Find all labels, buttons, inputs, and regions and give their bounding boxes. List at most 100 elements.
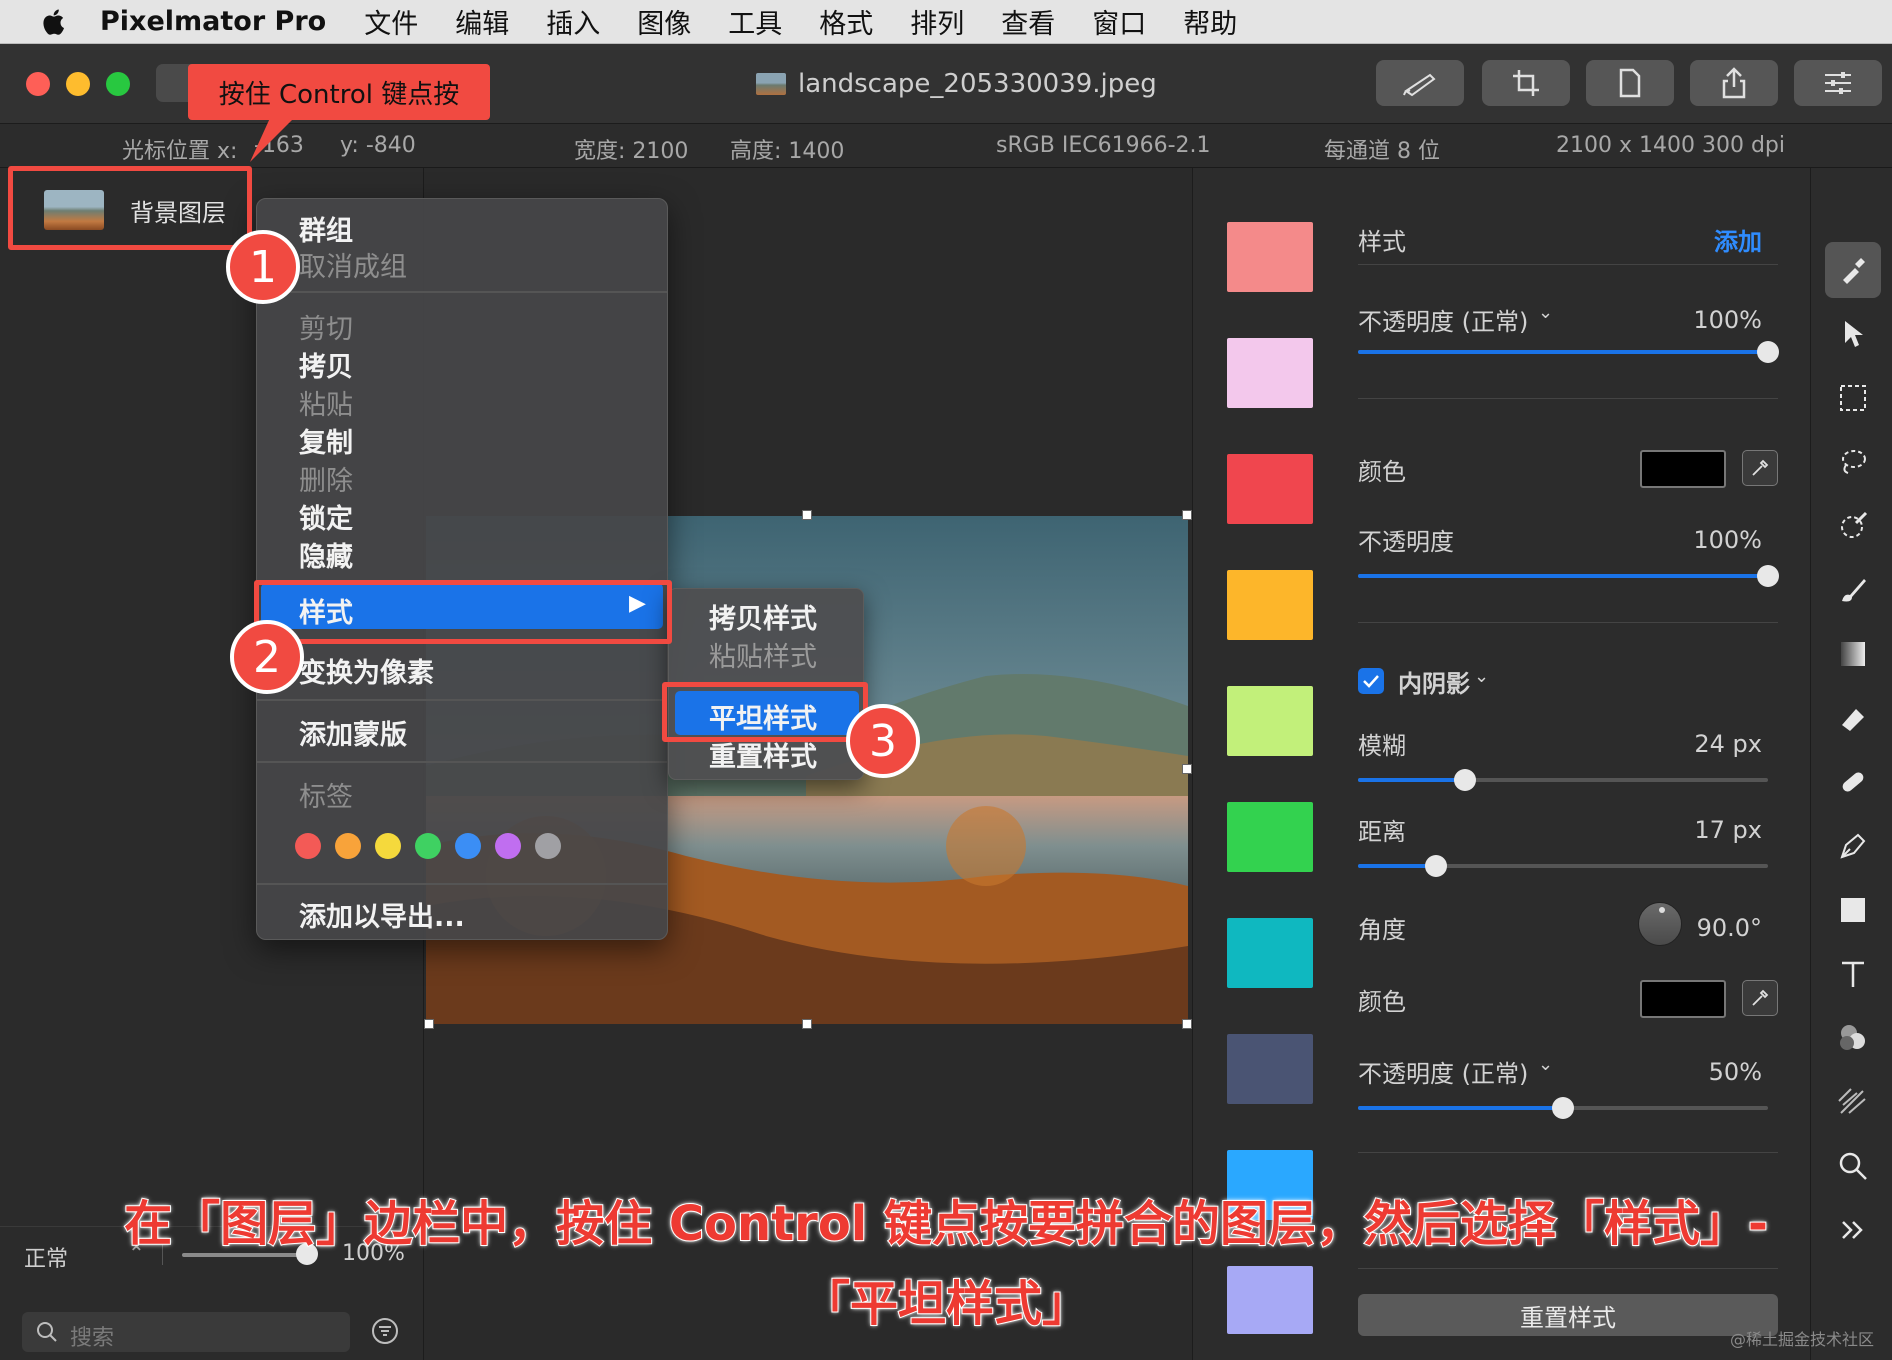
menu-item-group[interactable]: 群组 [299, 209, 353, 248]
opacity-slider[interactable] [1358, 565, 1779, 587]
submenu-item-copy-style[interactable]: 拷贝样式 [709, 597, 817, 636]
selection-handle[interactable] [802, 510, 812, 520]
menu-item-add-mask[interactable]: 添加蒙版 [299, 713, 407, 752]
shadow-eyedropper-button[interactable] [1742, 980, 1778, 1016]
color-adjust-tool[interactable] [1825, 1010, 1881, 1066]
eyedropper-icon [1752, 989, 1769, 1006]
retouch-tool[interactable] [1825, 754, 1881, 810]
bit-depth: 每通道 8 位 [1324, 139, 1440, 164]
style-presets [1192, 168, 1326, 1360]
warp-icon [1838, 1088, 1866, 1114]
angle-dial[interactable] [1638, 902, 1682, 946]
menu-item-add-export[interactable]: 添加以导出... [299, 895, 465, 934]
menu-help[interactable]: 帮助 [1183, 2, 1237, 41]
rect-select-tool[interactable] [1825, 370, 1881, 426]
eyedropper-icon [1752, 459, 1769, 476]
paint-tools-button[interactable] [1376, 60, 1464, 106]
menu-insert[interactable]: 插入 [546, 2, 600, 41]
opacity-normal-slider[interactable] [1358, 341, 1779, 363]
menu-window[interactable]: 窗口 [1092, 2, 1146, 41]
format-button[interactable] [1586, 60, 1674, 106]
watermark: @稀土掘金技术社区 [1729, 1330, 1874, 1349]
brush-icon [1403, 73, 1436, 97]
shape-tool[interactable] [1825, 882, 1881, 938]
magic-select-tool[interactable] [1825, 498, 1881, 554]
arrange-tool[interactable] [1825, 306, 1881, 362]
erase-tool[interactable] [1825, 690, 1881, 746]
inner-shadow-checkbox[interactable] [1358, 668, 1384, 694]
style-swatch[interactable] [1227, 454, 1313, 524]
color-well[interactable] [1640, 450, 1726, 488]
chevron-down-icon[interactable]: ⌄ [1538, 1054, 1553, 1075]
tag-purple[interactable] [495, 833, 521, 859]
checkmark-icon [1363, 675, 1379, 688]
menu-edit[interactable]: 编辑 [455, 2, 509, 41]
tag-orange[interactable] [335, 833, 361, 859]
selection-handle[interactable] [424, 1019, 434, 1029]
style-swatch[interactable] [1227, 338, 1313, 408]
menu-item-convert-to-pixels[interactable]: 变换为像素 [299, 651, 434, 690]
crop-button[interactable] [1482, 60, 1570, 106]
magic-wand-icon [1841, 511, 1868, 538]
blur-slider[interactable] [1358, 769, 1768, 791]
menu-tools[interactable]: 工具 [728, 2, 782, 41]
style-swatch[interactable] [1227, 686, 1313, 756]
menu-item-duplicate[interactable]: 复制 [299, 421, 353, 460]
lasso-tool[interactable] [1825, 434, 1881, 490]
apple-icon[interactable] [40, 7, 70, 37]
shadow-color-well[interactable] [1640, 980, 1726, 1018]
add-style-button[interactable]: 添加 [1714, 222, 1762, 257]
minimize-window-button[interactable] [66, 72, 90, 96]
color-profile: sRGB IEC61966-2.1 [996, 133, 1211, 158]
opacity-normal-dropdown[interactable]: 不透明度 (正常) [1358, 302, 1528, 337]
opacity-normal-value: 100% [1693, 306, 1762, 334]
tag-gray[interactable] [535, 833, 561, 859]
shadow-opacity-dropdown[interactable]: 不透明度 (正常) [1358, 1054, 1528, 1089]
style-swatch[interactable] [1227, 918, 1313, 988]
blur-label: 模糊 [1358, 732, 1406, 760]
style-swatch[interactable] [1227, 570, 1313, 640]
style-swatch[interactable] [1227, 222, 1313, 292]
selection-handle[interactable] [1182, 510, 1192, 520]
menu-image[interactable]: 图像 [637, 2, 691, 41]
distance-slider[interactable] [1358, 855, 1768, 877]
paint-tool[interactable] [1825, 562, 1881, 618]
inspector-toggle-button[interactable] [1794, 60, 1882, 106]
tag-green[interactable] [415, 833, 441, 859]
menu-view[interactable]: 查看 [1001, 2, 1055, 41]
chevron-down-icon[interactable]: ⌄ [1474, 666, 1489, 687]
share-button[interactable] [1690, 60, 1778, 106]
crop-icon [1513, 70, 1539, 96]
menu-item-lock[interactable]: 锁定 [299, 497, 353, 536]
selection-handle[interactable] [1182, 764, 1192, 774]
tag-yellow[interactable] [375, 833, 401, 859]
selection-handle[interactable] [1182, 1019, 1192, 1029]
chevron-down-icon[interactable]: ⌄ [1538, 302, 1553, 323]
pen-tool[interactable] [1825, 818, 1881, 874]
menu-file[interactable]: 文件 [364, 2, 418, 41]
distort-tool[interactable] [1825, 1074, 1881, 1130]
type-tool[interactable] [1825, 946, 1881, 1002]
eraser-icon [1842, 709, 1864, 731]
menu-format[interactable]: 格式 [819, 2, 873, 41]
eyedropper-button[interactable] [1742, 450, 1778, 486]
menu-arrange[interactable]: 排列 [910, 2, 964, 41]
selection-handle[interactable] [802, 1019, 812, 1029]
lasso-icon [1842, 450, 1866, 474]
inner-shadow-label[interactable]: 内阴影 [1398, 664, 1470, 699]
style-inspector: 样式 添加 不透明度 (正常) ⌄ 100% 颜色 不透明度 100% 内阴影 … [1326, 168, 1810, 1360]
tag-blue[interactable] [455, 833, 481, 859]
style-swatch[interactable] [1227, 1034, 1313, 1104]
gradient-tool[interactable] [1825, 626, 1881, 682]
zoom-window-button[interactable] [106, 72, 130, 96]
menu-item-copy[interactable]: 拷贝 [299, 345, 353, 384]
divider [1358, 1152, 1778, 1153]
app-name-menu[interactable]: Pixelmator Pro [100, 6, 326, 37]
callout-pointer [250, 118, 294, 162]
style-tool[interactable] [1825, 242, 1881, 298]
tag-red[interactable] [295, 833, 321, 859]
style-swatch[interactable] [1227, 802, 1313, 872]
close-window-button[interactable] [26, 72, 50, 96]
menu-item-hide[interactable]: 隐藏 [299, 535, 353, 574]
shadow-opacity-slider[interactable] [1358, 1097, 1768, 1119]
